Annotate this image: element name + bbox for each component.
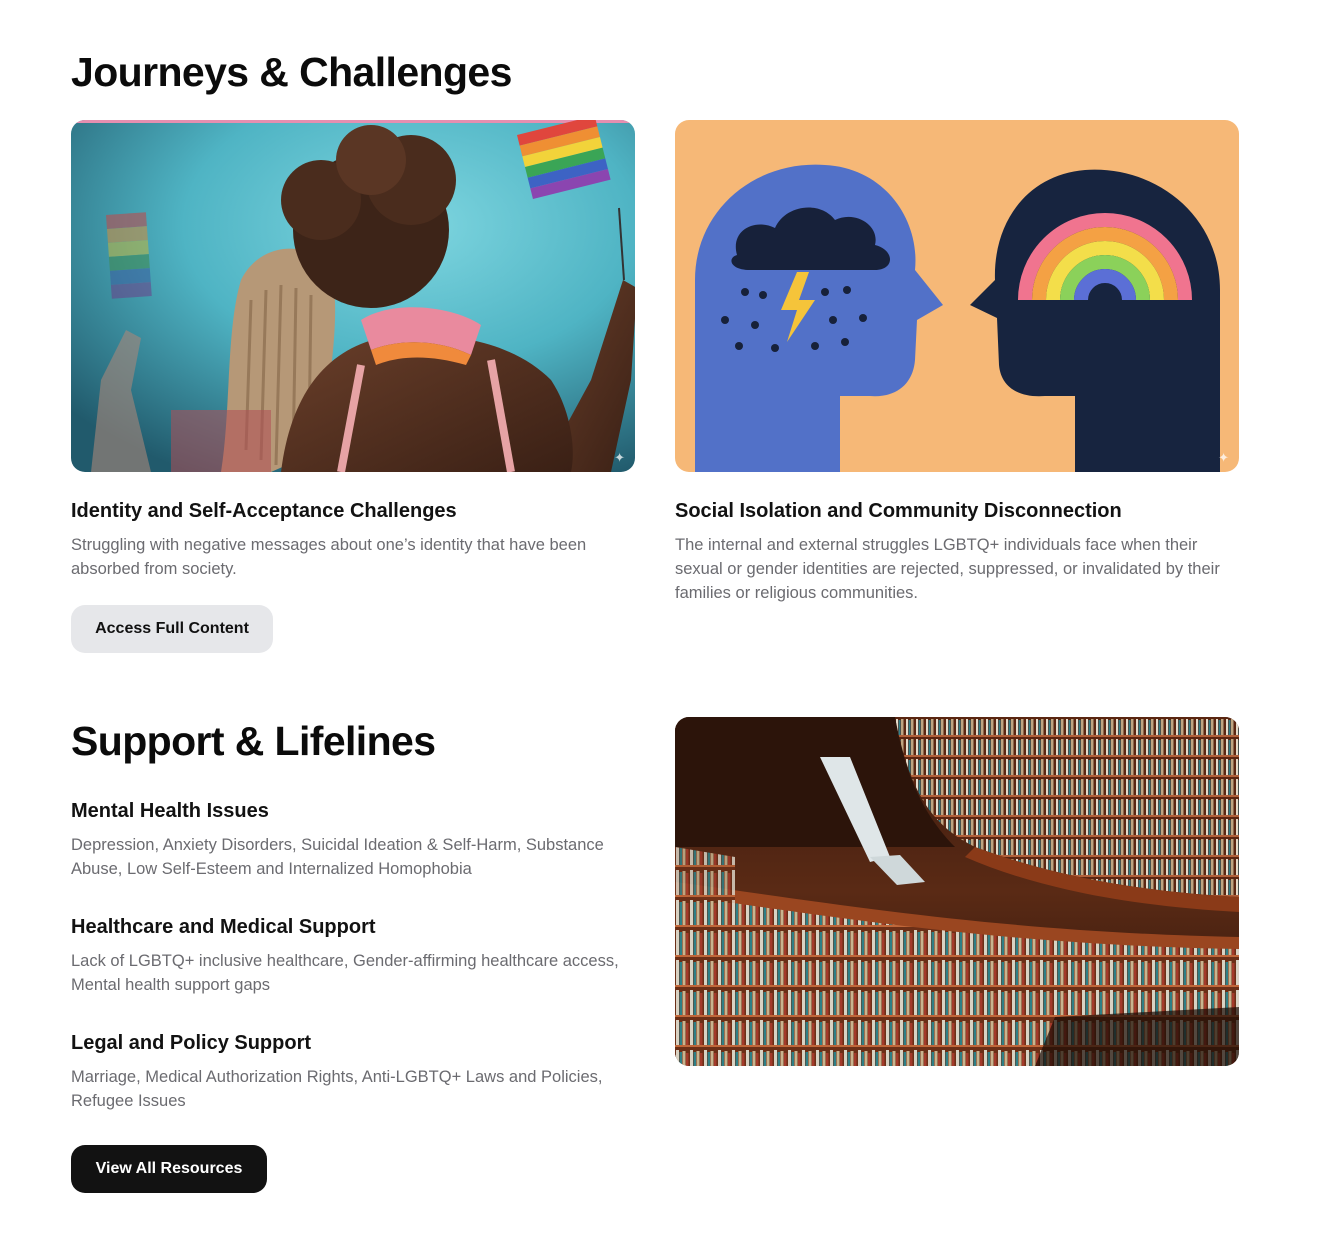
support-item-title: Healthcare and Medical Support: [71, 916, 376, 938]
library-image: [675, 717, 1239, 1066]
support-item-description: Marriage, Medical Authorization Rights, …: [71, 1068, 603, 1110]
support-item-title: Mental Health Issues: [71, 800, 269, 822]
isolation-card-title[interactable]: Social Isolation and Community Disconnec…: [675, 499, 1122, 523]
sparkle-icon: ✦: [1218, 450, 1229, 465]
identity-card-title[interactable]: Identity and Self-Acceptance Challenges: [71, 499, 457, 523]
library-photo: [675, 717, 1239, 1066]
isolation-card-image[interactable]: ✦: [675, 120, 1239, 472]
access-full-content-button[interactable]: Access Full Content: [71, 605, 273, 653]
support-section-title: Support & Lifelines: [71, 718, 436, 764]
support-item-title: Legal and Policy Support: [71, 1032, 312, 1054]
support-item-description: Lack of LGBTQ+ inclusive healthcare, Gen…: [71, 952, 619, 994]
view-all-resources-button[interactable]: View All Resources: [71, 1145, 267, 1193]
pride-photo: [71, 120, 635, 472]
support-item-description: Depression, Anxiety Disorders, Suicidal …: [71, 836, 604, 878]
sparkle-icon: ✦: [614, 450, 625, 465]
heads-illustration: [675, 120, 1239, 472]
identity-card-description: Struggling with negative messages about …: [71, 536, 587, 578]
isolation-card-description: The internal and external struggles LGBT…: [675, 536, 1220, 602]
journeys-section-title: Journeys & Challenges: [71, 49, 512, 95]
identity-card-image[interactable]: ✦: [71, 120, 635, 472]
